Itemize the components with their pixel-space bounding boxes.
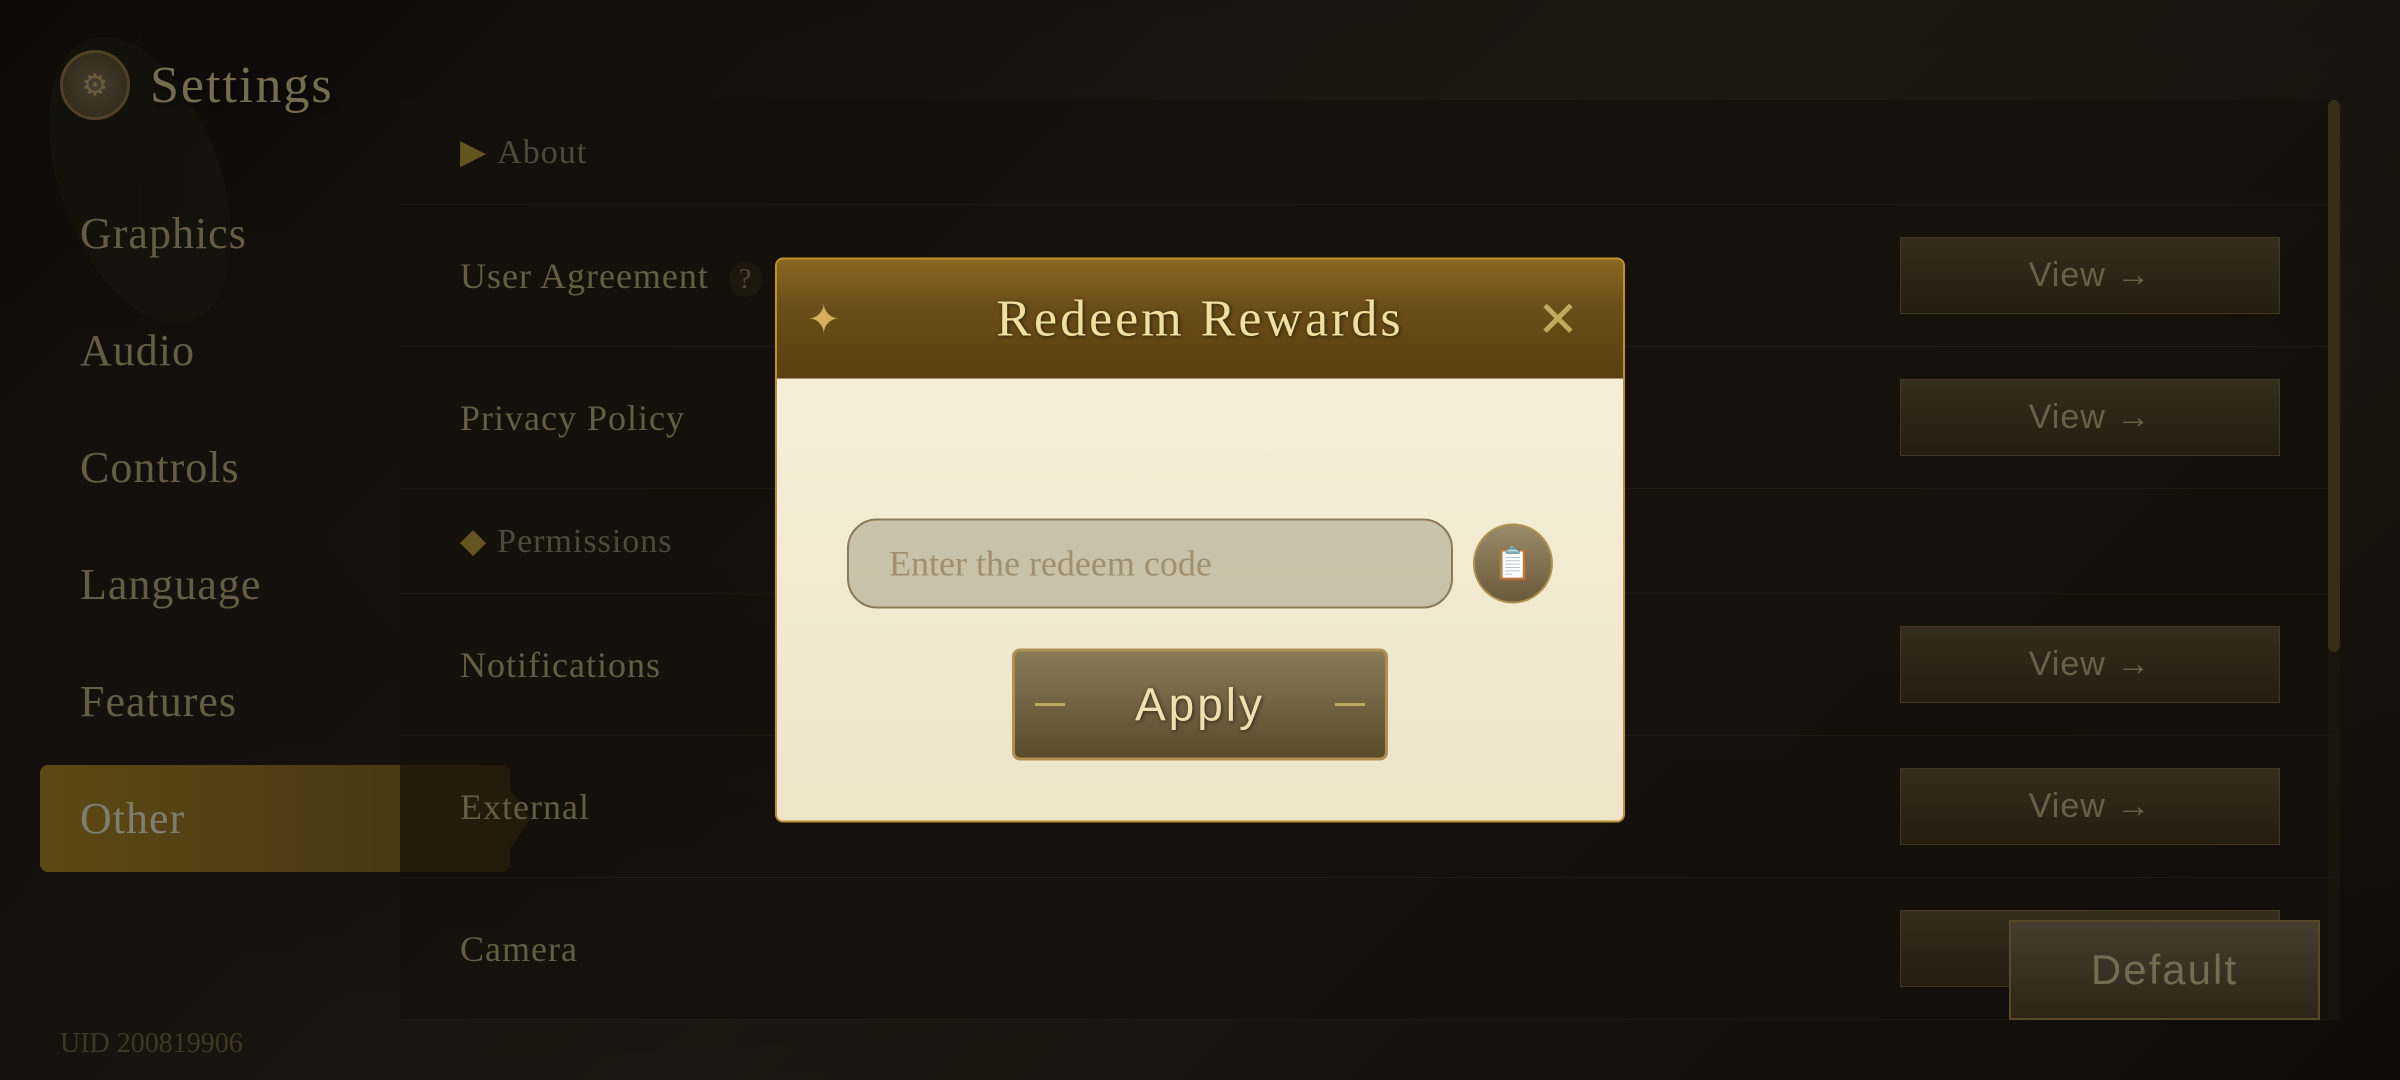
- modal-title: Redeem Rewards: [996, 291, 1403, 348]
- modal-close-button[interactable]: ✕: [1523, 284, 1593, 354]
- modal-body: 📋 Apply: [775, 379, 1625, 823]
- code-input-row: 📋: [847, 519, 1553, 609]
- deco-star-left: ✦: [807, 296, 841, 343]
- redeem-modal: ✦ Redeem Rewards ✕ 📋 Apply: [775, 258, 1625, 823]
- paste-button[interactable]: 📋: [1473, 524, 1553, 604]
- redeem-code-input[interactable]: [847, 519, 1453, 609]
- modal-header: ✦ Redeem Rewards ✕: [775, 258, 1625, 379]
- modal-apply-button[interactable]: Apply: [1012, 649, 1388, 761]
- paste-icon: 📋: [1493, 545, 1533, 583]
- close-icon: ✕: [1537, 294, 1579, 344]
